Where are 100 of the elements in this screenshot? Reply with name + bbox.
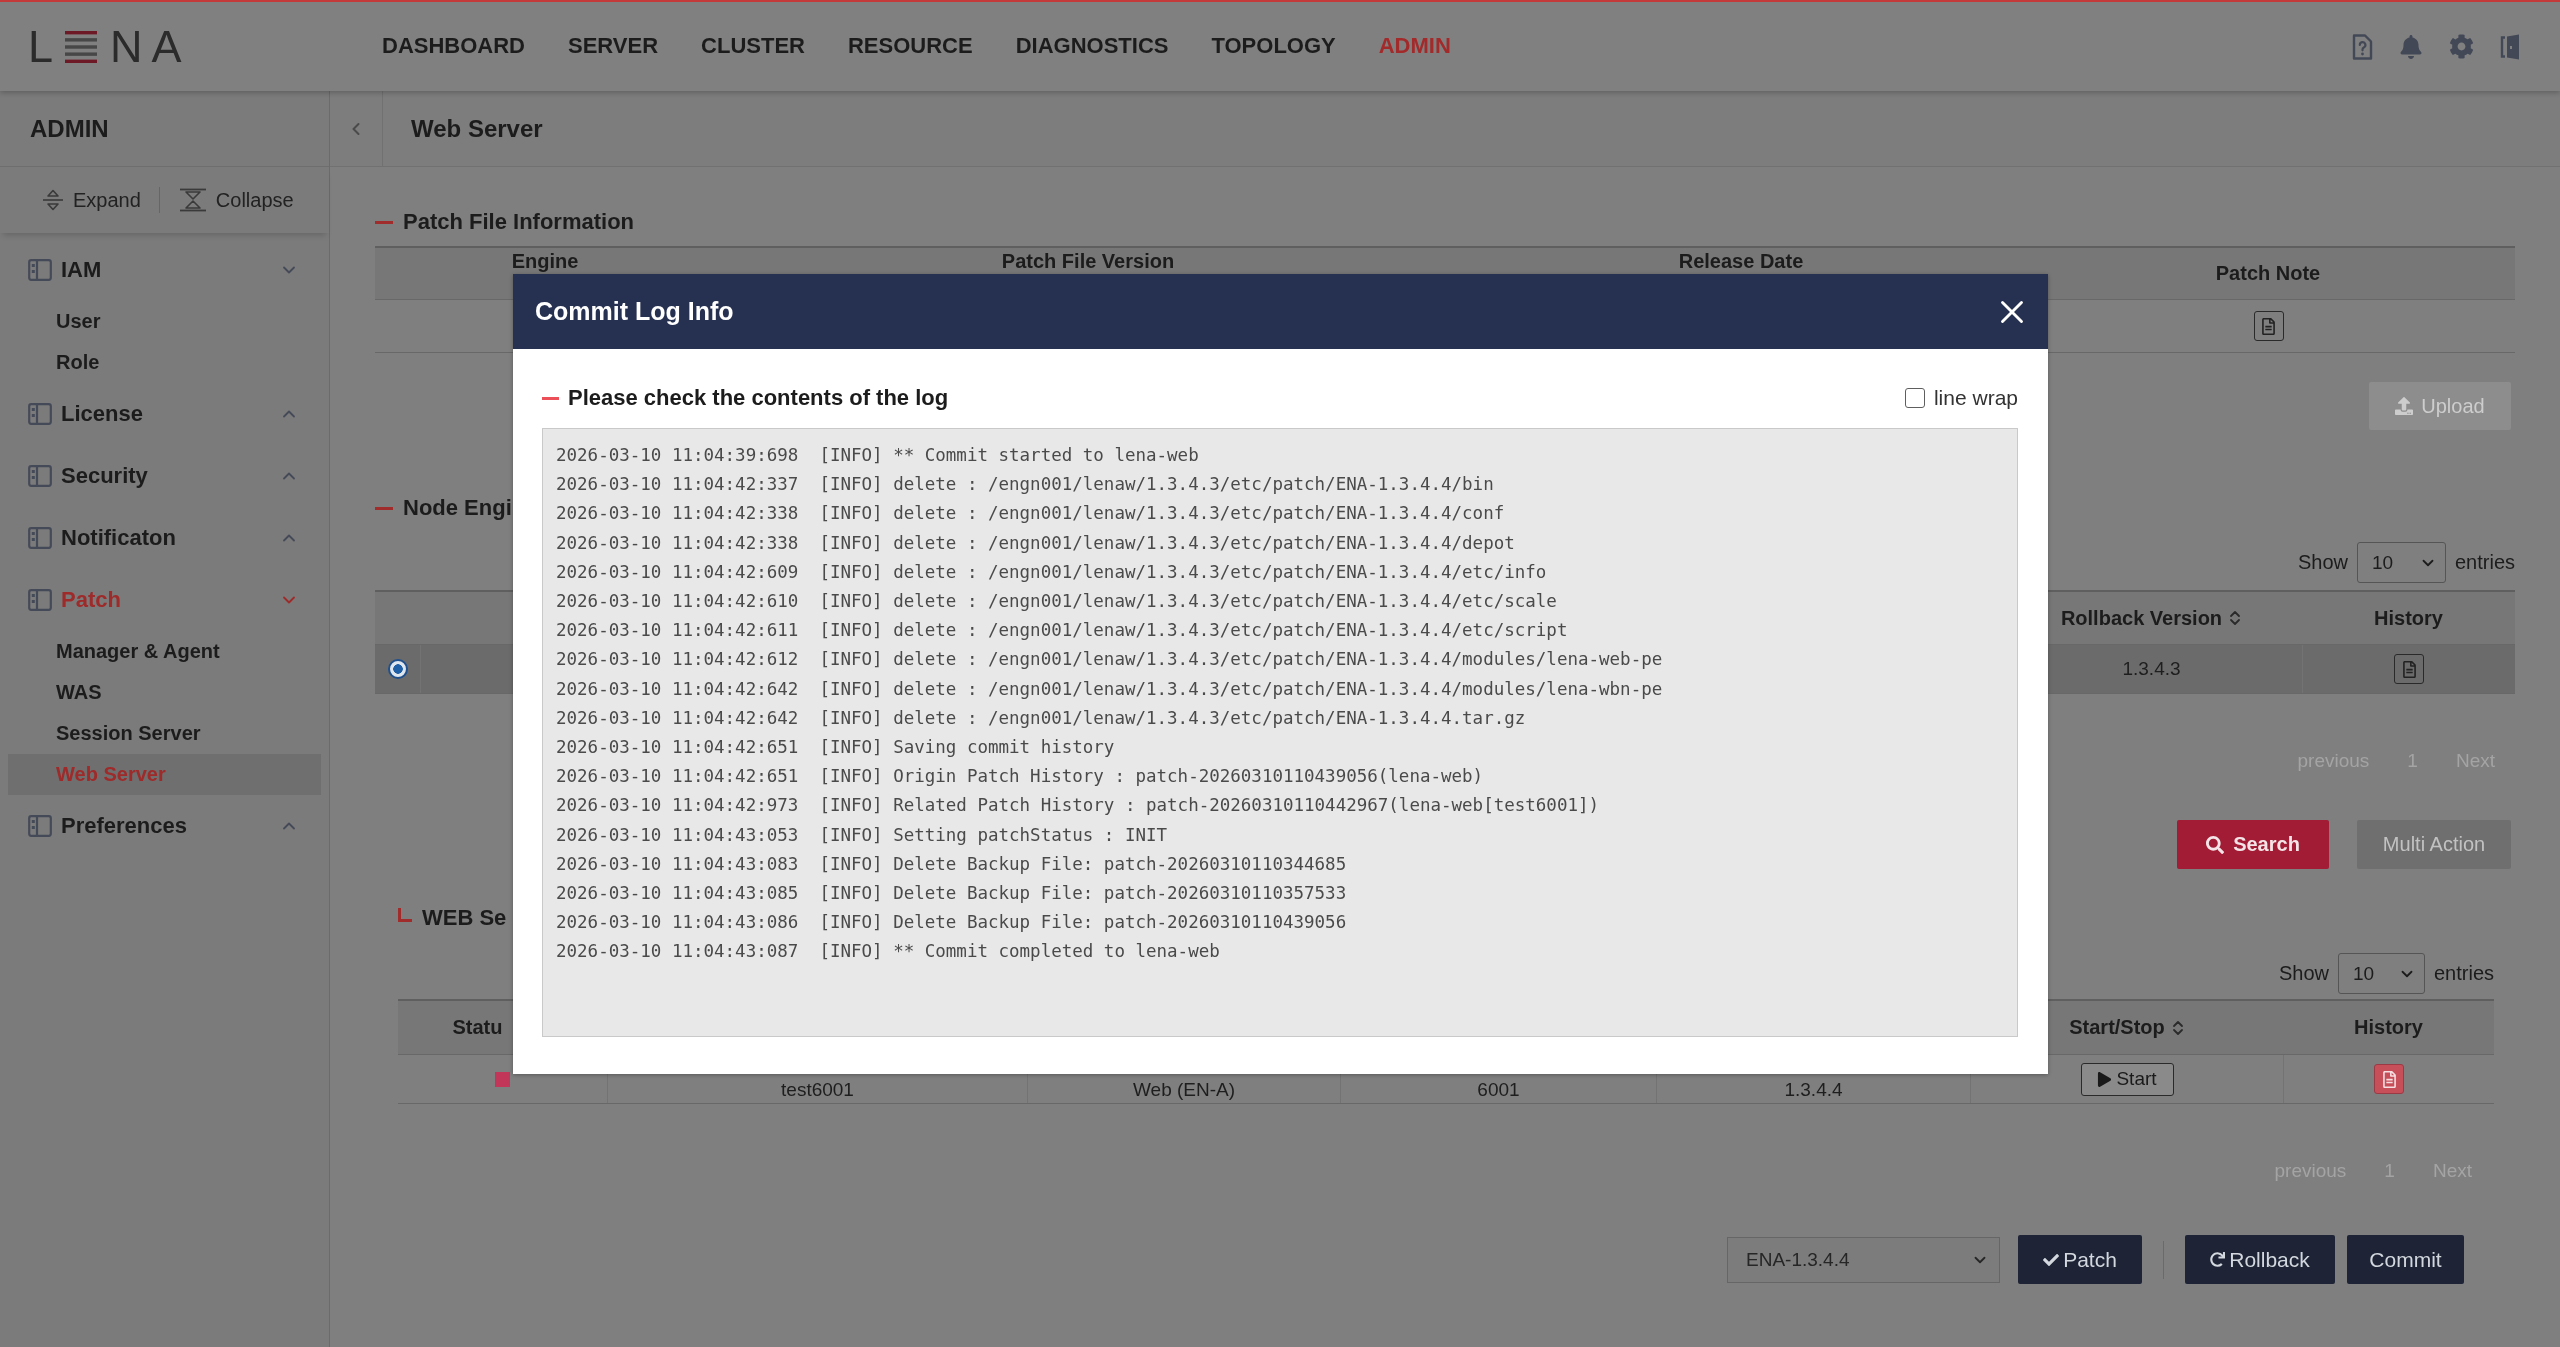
column-header: History [2374, 606, 2443, 630]
menu-item[interactable]: Role [8, 342, 321, 383]
column-header: Engine [511, 250, 579, 273]
expand-button[interactable]: Expand [42, 188, 141, 212]
section-title: WEB Se [422, 905, 507, 931]
upload-icon [2395, 397, 2414, 415]
show-label: Show [2297, 551, 2348, 574]
entries-label: entries [2433, 962, 2494, 985]
collapse-button[interactable]: Collapse [178, 188, 294, 212]
log-line: 2026-03-10 11:04:43:083 [INFO] Delete Backup File: patch-20260310110344685 [556, 852, 1347, 876]
menu-item[interactable]: User [8, 301, 321, 342]
settings-icon[interactable] [2449, 34, 2474, 59]
panel-icon [28, 589, 52, 611]
page-title: Web Server [411, 114, 543, 143]
column-header: History [2354, 1016, 2423, 1039]
column-header: Rollback Version [2060, 606, 2223, 630]
check-icon [2043, 1251, 2060, 1268]
nav-tab[interactable]: RESOURCE [847, 33, 973, 60]
document-icon[interactable] [2253, 311, 2284, 341]
nav-tab[interactable]: DIAGNOSTICS [1015, 33, 1169, 60]
sidebar-title: ADMIN [0, 91, 329, 167]
log-line: 2026-03-10 11:04:42:338 [INFO] delete : /engn001/lenaw/1.3.4.3/etc/patch/ENA-1.3.4.4/depot [556, 531, 1515, 555]
table-cell: 1.3.4.4 [1784, 1079, 1843, 1101]
collapse-icon [178, 188, 207, 212]
dialog-title: Commit Log Info [535, 297, 734, 326]
logo-bars-icon [65, 30, 98, 63]
column-header: Start/Stop [2069, 1016, 2165, 1039]
line-wrap-checkbox[interactable] [1904, 388, 1925, 408]
rotate-arrow-icon [2210, 1252, 2226, 1267]
column-header: Statu [452, 1016, 503, 1039]
page-size-select[interactable]: 10 [2356, 542, 2446, 583]
panel-icon [28, 527, 52, 549]
search-button[interactable]: Search [2177, 820, 2329, 869]
table-cell: test6001 [781, 1079, 854, 1101]
menu-group[interactable]: IAM [0, 239, 329, 301]
section-marker-icon [542, 396, 559, 400]
log-line: 2026-03-10 11:04:43:086 [INFO] Delete Backup File: patch-20260310110439056 [556, 911, 1347, 935]
page-size-select[interactable]: 10 [2337, 953, 2425, 994]
panel-icon [28, 815, 52, 837]
document-icon[interactable] [2374, 1064, 2404, 1094]
log-line: 2026-03-10 11:04:43:053 [INFO] Setting patchStatus : INIT [556, 823, 1168, 847]
section-title: Node Engi [403, 495, 512, 521]
play-icon [2097, 1071, 2113, 1087]
expand-icon [42, 189, 64, 211]
menu-group[interactable]: Notificaton [0, 507, 329, 569]
logo-text: NA [110, 24, 191, 69]
rollback-button[interactable]: Rollback [2185, 1235, 2335, 1284]
panel-icon [28, 259, 52, 281]
log-line: 2026-03-10 11:04:42:651 [INFO] Origin Patch History : patch-20260310110439056(lena-web) [556, 765, 1484, 789]
show-label: Show [2278, 962, 2329, 985]
log-line: 2026-03-10 11:04:42:609 [INFO] delete : /engn001/lenaw/1.3.4.3/etc/patch/ENA-1.3.4.4/etc/info [556, 560, 1547, 584]
section-marker-icon [375, 220, 393, 224]
checkbox-label: line wrap [1933, 386, 2018, 410]
document-icon[interactable] [2394, 654, 2424, 684]
menu-group[interactable]: Preferences [0, 795, 329, 857]
section-title: Patch File Information [403, 209, 635, 235]
log-line: 2026-03-10 11:04:42:612 [INFO] delete : /engn001/lenaw/1.3.4.3/etc/patch/ENA-1.3.4.4/modules/lena-web-pe [556, 648, 1663, 672]
section-marker-icon [398, 908, 412, 922]
search-icon [2206, 835, 2225, 854]
nav-tab[interactable]: TOPOLOGY [1211, 33, 1336, 60]
door-icon[interactable] [2500, 33, 2520, 60]
log-line: 2026-03-10 11:04:42:973 [INFO] Related Patch History : patch-20260310110442967(lena-web[test6001]) [556, 794, 1600, 818]
nav-tab[interactable]: SERVER [568, 33, 659, 60]
sort-icon[interactable] [2171, 1018, 2184, 1037]
log-line: 2026-03-10 11:04:39:698 [INFO] ** Commit started to lena-web [556, 444, 1199, 467]
log-line: 2026-03-10 11:04:42:338 [INFO] delete : /engn001/lenaw/1.3.4.3/etc/patch/ENA-1.3.4.4/conf [556, 502, 1505, 526]
version-select[interactable]: ENA-1.3.4.4 [1727, 1236, 2000, 1283]
nav-tab[interactable]: CLUSTER [701, 33, 805, 60]
patch-button[interactable]: Patch [2018, 1235, 2142, 1284]
column-header: Patch File Version [1001, 250, 1175, 273]
table-cell: 6001 [1477, 1079, 1520, 1101]
bell-icon[interactable] [2399, 34, 2423, 59]
commit-button[interactable]: Commit [2347, 1235, 2464, 1284]
entries-label: entries [2454, 551, 2515, 574]
panel-icon [28, 465, 52, 487]
menu-group[interactable]: Security [0, 445, 329, 507]
menu-item[interactable]: Manager & Agent [8, 631, 321, 672]
log-line: 2026-03-10 11:04:42:642 [INFO] delete : /engn001/lenaw/1.3.4.3/etc/patch/ENA-1.3.4.4.tar.gz [556, 706, 1526, 730]
table-cell: 1.3.4.3 [2122, 658, 2181, 680]
panel-icon [28, 403, 52, 425]
start-button[interactable]: Start [2080, 1062, 2174, 1096]
log-line: 2026-03-10 11:04:43:087 [INFO] ** Commit completed to lena-web [556, 940, 1220, 964]
log-line: 2026-03-10 11:04:42:611 [INFO] delete : /engn001/lenaw/1.3.4.3/etc/patch/ENA-1.3.4.4/etc/script [556, 619, 1568, 643]
sort-icon[interactable] [2229, 609, 2242, 627]
column-header: Release Date [1678, 250, 1804, 273]
section-marker-icon [375, 506, 393, 510]
log-line: 2026-03-10 11:04:43:085 [INFO] Delete Backup File: patch-20260310110357533 [556, 882, 1347, 906]
log-line: 2026-03-10 11:04:42:610 [INFO] delete : /engn001/lenaw/1.3.4.3/etc/patch/ENA-1.3.4.4/etc/scale [556, 590, 1557, 613]
column-header: Patch Note [2215, 262, 2321, 285]
menu-item[interactable]: WAS [8, 672, 321, 713]
log-line: 2026-03-10 11:04:42:337 [INFO] delete : /engn001/lenaw/1.3.4.3/etc/patch/ENA-1.3.4.4/bin [556, 473, 1494, 497]
radio-button[interactable] [387, 659, 408, 679]
help-document-icon[interactable] [2352, 33, 2373, 60]
logo-text: L [28, 24, 54, 69]
table-cell: Web (EN-A) [1132, 1079, 1236, 1101]
log-line: 2026-03-10 11:04:42:651 [INFO] Saving commit history [556, 736, 1115, 760]
nav-tab[interactable]: DASHBOARD [382, 33, 525, 60]
menu-group[interactable]: License [0, 383, 329, 445]
menu-item[interactable]: Session Server [8, 713, 321, 754]
section-title: Please check the contents of the log [568, 385, 949, 411]
